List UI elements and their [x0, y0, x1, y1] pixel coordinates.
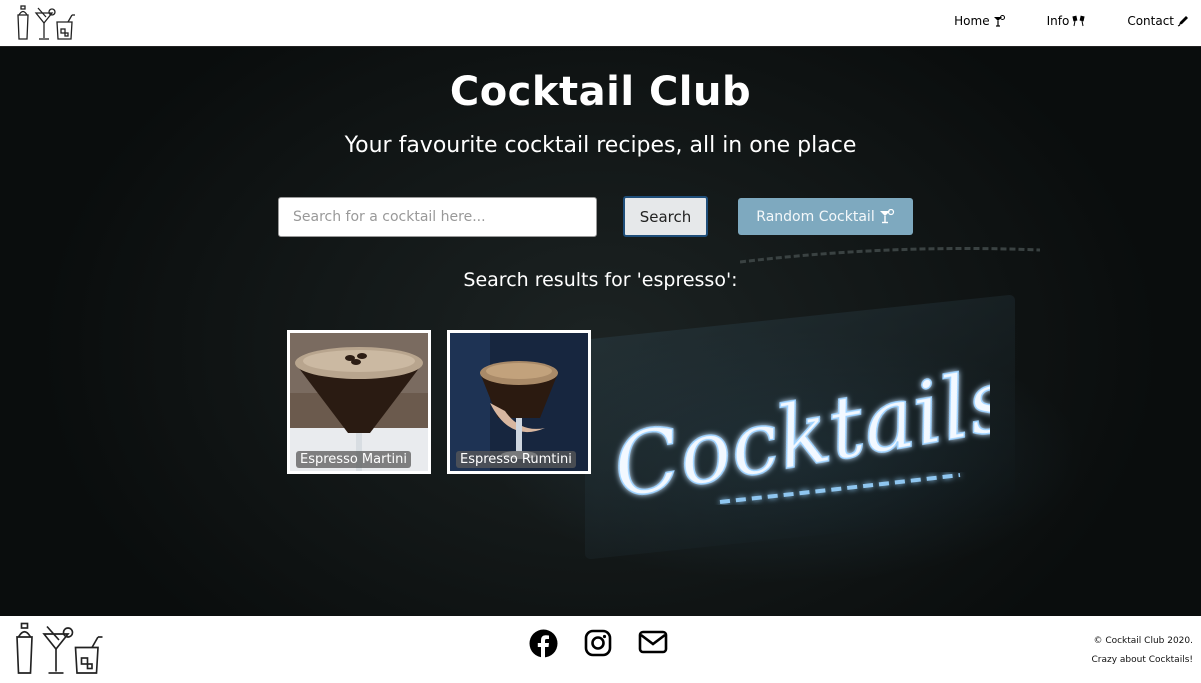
random-cocktail-button[interactable]: Random Cocktail	[738, 198, 913, 235]
svg-text:Cocktails: Cocktails	[606, 350, 990, 517]
footer: © Cocktail Club 2020. Crazy about Cockta…	[0, 616, 1201, 683]
cheers-icon	[1072, 15, 1085, 27]
result-card-espresso-rumtini[interactable]: Espresso Rumtini	[447, 330, 591, 474]
results-heading: Search results for 'espresso':	[463, 269, 738, 291]
nav-contact[interactable]: Contact	[1127, 14, 1189, 28]
pen-icon	[1177, 15, 1189, 27]
nav-home[interactable]: Home	[954, 14, 1005, 28]
hero-section: Cocktails Cocktail Club Your favourite c…	[0, 47, 1201, 616]
chain-decoration	[740, 247, 1040, 264]
result-card-espresso-martini[interactable]: Espresso Martini	[287, 330, 431, 474]
page-subtitle: Your favourite cocktail recipes, all in …	[344, 133, 857, 158]
random-cocktail-label: Random Cocktail	[756, 208, 875, 225]
cocktail-set-icon[interactable]	[11, 622, 107, 680]
cocktail-glass-icon	[879, 209, 895, 224]
cocktail-glass-icon	[993, 15, 1005, 27]
social-links	[529, 629, 694, 658]
email-icon[interactable]	[638, 629, 668, 658]
facebook-icon[interactable]	[529, 629, 558, 658]
nav-links: Home Info Contact	[912, 14, 1189, 28]
search-input[interactable]	[278, 197, 597, 237]
page-title: Cocktail Club	[449, 69, 752, 115]
nav-home-label: Home	[954, 14, 990, 28]
instagram-icon[interactable]	[584, 629, 612, 658]
neon-sign-icon: Cocktails	[605, 349, 990, 517]
result-card-label: Espresso Rumtini	[456, 451, 576, 468]
footer-tagline: Crazy about Cocktails!	[1091, 655, 1193, 665]
copyright-text: © Cocktail Club 2020.	[1093, 636, 1193, 646]
navbar: Home Info Contact	[0, 0, 1201, 47]
nav-info[interactable]: Info	[1047, 14, 1086, 28]
search-button[interactable]: Search	[623, 196, 708, 237]
nav-contact-label: Contact	[1127, 14, 1174, 28]
result-card-label: Espresso Martini	[296, 451, 412, 468]
nav-info-label: Info	[1046, 14, 1070, 28]
cocktail-set-icon[interactable]	[14, 5, 78, 45]
